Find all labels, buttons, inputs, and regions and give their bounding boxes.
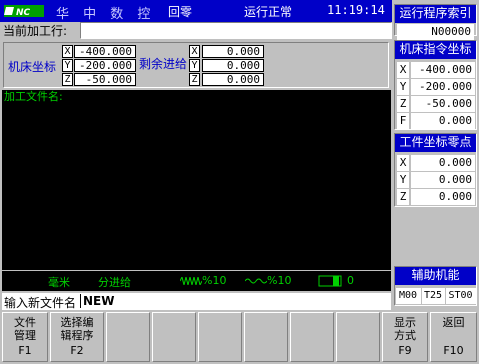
program-index-title: 运行程序索引 [395,5,476,23]
command-coords-panel: 机床指令坐标 X -400.000 Y -200.000 Z -50.000 F… [394,40,477,130]
aux-st-code: ST00 [446,288,476,304]
fkey-f2-key: F2 [70,344,84,357]
fkey-f9-label: 显示 方式 [394,316,416,342]
work-zero-panel: 工件坐标零点 X 0.000 Y 0.000 Z 0.000 [394,133,477,207]
run-status: 运行正常 [244,5,293,19]
cmd-f-value: 0.000 [411,113,475,129]
work-x-value: 0.000 [411,155,475,171]
machine-y-value: -200.000 [74,59,136,72]
fkey-f1-key: F1 [18,344,32,357]
aux-m-code: M00 [396,288,421,304]
fkey-f6[interactable] [244,312,288,362]
fkey-f10-key: F10 [443,344,464,357]
work-axis-y: Y [397,172,409,188]
input-label: 输入新文件名 [4,296,77,310]
cmd-axis-x: X [397,62,409,78]
command-coords-title: 机床指令坐标 [395,41,476,59]
feed-override-value: %10 [202,274,227,287]
rapid-value: 0 [347,274,354,287]
cmd-axis-z: Z [397,96,409,112]
aux-t-code: T25 [422,288,445,304]
clock: 11:19:14 [327,3,385,17]
program-index-value: N00000 [397,24,474,40]
machine-z-value: -50.000 [74,73,136,86]
brand-name: 华 中 数 控 [56,7,156,22]
cmd-axis-f: F [397,113,409,129]
operation-mode: 回零 [168,5,193,19]
machine-axis-y: Y [62,59,73,72]
spindle-override-value: %10 [267,274,292,287]
coordinate-panel: 机床坐标 X -400.000 Y -200.000 Z -50.000 剩余进… [3,42,389,88]
remaining-feed-label: 剩余进给 [139,57,188,71]
filename-input[interactable]: NEW [80,294,114,308]
fkey-f8[interactable] [336,312,380,362]
feed-mode-label: 分进给 [98,276,131,289]
fkey-f3[interactable] [106,312,150,362]
fkey-f1-file-manage[interactable]: 文件 管理 F1 [2,312,48,362]
remaining-y-value: 0.000 [202,59,264,72]
fkey-f9-key: F9 [398,344,412,357]
fkey-f1-label: 文件 管理 [14,316,36,342]
wave-icon [180,277,202,285]
rapid-gauge-icon [318,275,342,287]
work-axis-z: Z [397,189,409,205]
current-line-value [80,22,392,39]
fkey-f7[interactable] [290,312,334,362]
fkey-f10-back[interactable]: 返回 F10 [430,312,477,362]
machine-axis-z: Z [62,73,73,86]
fkey-f10-label: 返回 [442,316,465,329]
program-file-title: 加工文件名: [2,90,391,104]
cmd-axis-y: Y [397,79,409,95]
work-zero-title: 工件坐标零点 [395,134,476,152]
spindle-wave-icon [245,278,267,284]
cmd-x-value: -400.000 [411,62,475,78]
input-line: 输入新文件名 NEW [2,293,391,310]
machine-x-value: -400.000 [74,45,136,58]
remaining-x-value: 0.000 [202,45,264,58]
fkey-f4[interactable] [152,312,196,362]
hnc-logo-icon: NC [4,5,44,18]
fkey-f9-display-mode[interactable]: 显示 方式 F9 [382,312,428,362]
remaining-axis-x: X [189,45,200,58]
work-z-value: 0.000 [411,189,475,205]
work-y-value: 0.000 [411,172,475,188]
aux-function-panel: 辅助机能 M00 T25 ST00 [394,266,477,306]
fkey-f5[interactable] [198,312,242,362]
remaining-axis-y: Y [189,59,200,72]
program-display[interactable] [2,104,391,270]
unit-label: 毫米 [48,276,70,289]
status-line: 毫米 分进给 %10 %10 0 [2,271,391,291]
machine-axis-x: X [62,45,73,58]
fkey-f2-select-program[interactable]: 选择编 辑程序 F2 [50,312,104,362]
aux-function-title: 辅助机能 [395,267,476,285]
remaining-axis-z: Z [189,73,200,86]
cmd-y-value: -200.000 [411,79,475,95]
cmd-z-value: -50.000 [411,96,475,112]
work-axis-x: X [397,155,409,171]
machine-coords-label: 机床坐标 [8,60,57,74]
fkey-f2-label: 选择编 辑程序 [60,316,94,342]
title-bar: NC 华 中 数 控 回零 运行正常 11:19:14 [0,0,392,22]
remaining-z-value: 0.000 [202,73,264,86]
svg-text:NC: NC [16,8,31,18]
current-line-label: 当前加工行: [3,24,68,38]
program-index-panel: 运行程序索引 N00000 [394,4,477,40]
